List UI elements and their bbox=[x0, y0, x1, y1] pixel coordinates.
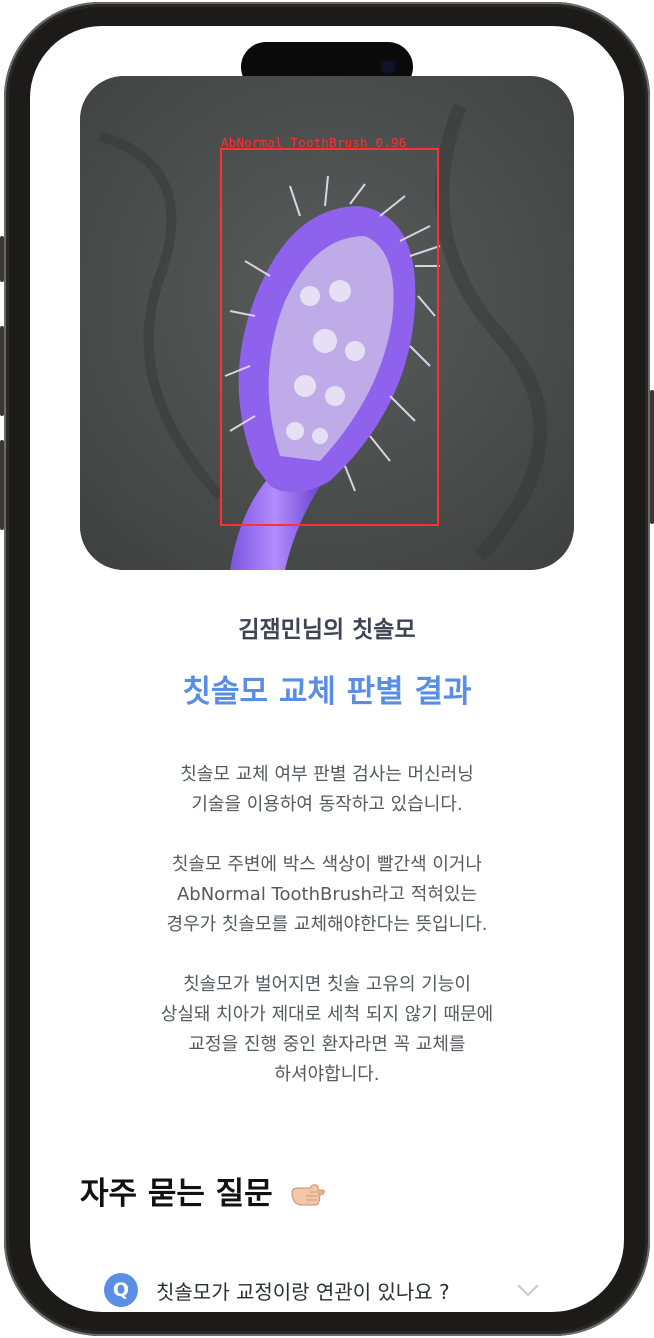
description-line: 교정을 진행 중인 환자라면 꼭 교체를 bbox=[188, 1034, 466, 1055]
description-line: 상실돼 치아가 제대로 세척 되지 않기 때문에 bbox=[160, 1004, 494, 1025]
description-line: 칫솔모 주변에 박스 색상이 빨간색 이거나 bbox=[171, 854, 483, 875]
detection-label: AbNormal ToothBrush 0.96 bbox=[221, 135, 407, 150]
result-description: 칫솔모 교체 여부 판별 검사는 머신러닝 기술을 이용하여 동작하고 있습니다… bbox=[90, 760, 564, 1120]
volume-up-button bbox=[0, 326, 4, 416]
faq-item[interactable]: Q 칫솔모가 교정이랑 연관이 있나요 ? bbox=[104, 1270, 554, 1310]
faq-section-title: 자주 묻는 질문 bbox=[80, 1168, 326, 1213]
toothbrush-result-image: AbNormal ToothBrush 0.96 bbox=[80, 76, 574, 570]
faq-question[interactable]: 칫솔모가 교정이랑 연관이 있나요 ? bbox=[156, 1276, 450, 1305]
front-camera-icon bbox=[379, 58, 397, 76]
toothbrush-photo bbox=[80, 76, 574, 570]
volume-down-button bbox=[0, 440, 4, 530]
description-line: 칫솔모가 벌어지면 칫솔 고유의 기능이 bbox=[183, 974, 471, 995]
description-paragraph: 칫솔모 교체 여부 판별 검사는 머신러닝 기술을 이용하여 동작하고 있습니다… bbox=[90, 760, 564, 820]
chevron-down-icon[interactable] bbox=[516, 1278, 540, 1302]
description-line: 하셔야합니다. bbox=[274, 1064, 380, 1085]
action-button bbox=[0, 236, 4, 282]
faq-title-text: 자주 묻는 질문 bbox=[80, 1176, 273, 1212]
description-paragraph: 칫솔모 주변에 박스 색상이 빨간색 이거나 AbNormal ToothBru… bbox=[90, 850, 564, 940]
question-badge: Q bbox=[104, 1273, 138, 1307]
result-title: 칫솔모 교체 판별 결과 bbox=[182, 674, 472, 710]
description-paragraph: 칫솔모가 벌어지면 칫솔 고유의 기능이 상실돼 치아가 제대로 세척 되지 않… bbox=[90, 970, 564, 1090]
description-line: 칫솔모 교체 여부 판별 검사는 머신러닝 bbox=[180, 764, 474, 785]
owner-title: 김잼민님의 칫솔모 bbox=[238, 617, 416, 643]
description-line: 경우가 칫솔모를 교체해야한다는 뜻입니다. bbox=[166, 914, 488, 935]
screen: AbNormal ToothBrush 0.96 김잼민님의 칫솔모 칫솔모 교… bbox=[30, 26, 624, 1312]
description-line: 기술을 이용하여 동작하고 있습니다. bbox=[191, 794, 463, 815]
pointing-hand-icon bbox=[291, 1184, 325, 1206]
description-line: AbNormal ToothBrush라고 적혀있는 bbox=[176, 884, 478, 905]
power-button bbox=[650, 390, 654, 524]
